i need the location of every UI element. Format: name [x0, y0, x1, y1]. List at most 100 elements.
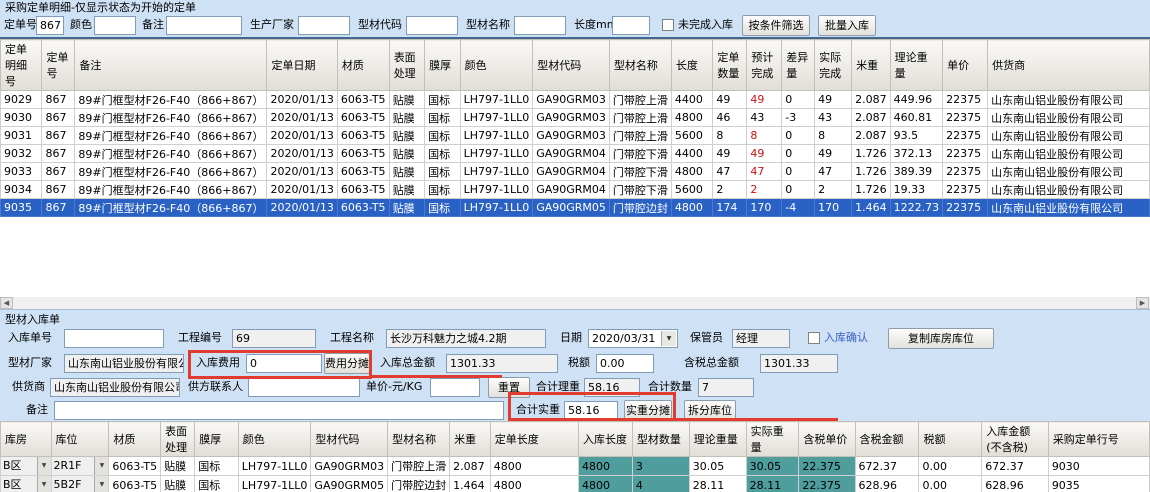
contact-input[interactable]: [248, 378, 360, 397]
table-row[interactable]: 903486789#门框型材F26-F40（866+867）2020/01/13…: [1, 181, 1150, 199]
profile-name-input[interactable]: [514, 16, 566, 35]
table-row[interactable]: ▼B区▼2R1F6063-T5贴膜国标LH797-1LL0GA90GRM03门带…: [1, 457, 1150, 476]
order-no-input[interactable]: 867: [36, 16, 64, 35]
inbound-confirm-checkbox[interactable]: [808, 332, 820, 344]
cell: GA90GRM04: [533, 163, 610, 181]
cell: 9030: [1048, 457, 1149, 476]
column-header-9[interactable]: 定单长度: [490, 422, 578, 457]
panel-note-input[interactable]: [54, 401, 504, 420]
column-header-8[interactable]: 型材代码: [533, 40, 610, 91]
note-input[interactable]: [166, 16, 242, 35]
cell: 6063-T5: [337, 91, 389, 109]
column-header-12[interactable]: 理论重量: [689, 422, 746, 457]
cell: 6063-T5: [337, 199, 389, 217]
table-row[interactable]: ▼B区▼5B2F6063-T5贴膜国标LH797-1LL0GA90GRM05门带…: [1, 476, 1150, 492]
table-row[interactable]: 903286789#门框型材F26-F40（866+867）2020/01/13…: [1, 145, 1150, 163]
receipt-no-input[interactable]: [64, 329, 164, 348]
factory-input[interactable]: [298, 16, 350, 35]
cell: 国标: [195, 476, 239, 492]
cell: 山东南山铝业股份有限公司: [988, 127, 1150, 145]
calendar-dropdown-icon[interactable]: ▼: [661, 331, 676, 346]
cell: 867: [42, 163, 75, 181]
column-header-11[interactable]: 定单数量: [713, 40, 747, 91]
cell: 门带腔边封: [388, 476, 450, 492]
column-header-0[interactable]: 定单明细号: [1, 40, 42, 91]
column-header-10[interactable]: 长度: [671, 40, 712, 91]
table-row[interactable]: 903086789#门框型材F26-F40（866+867）2020/01/13…: [1, 109, 1150, 127]
column-header-4[interactable]: 材质: [337, 40, 389, 91]
fee-highlight-strip: [371, 375, 502, 378]
column-header-16[interactable]: 税额: [919, 422, 982, 457]
column-header-7[interactable]: 型材名称: [388, 422, 450, 457]
table-row[interactable]: 902986789#门框型材F26-F40（866+867）2020/01/13…: [1, 91, 1150, 109]
cell: 49: [815, 91, 852, 109]
column-header-11[interactable]: 型材数量: [632, 422, 689, 457]
column-header-7[interactable]: 颜色: [460, 40, 533, 91]
column-header-9[interactable]: 型材名称: [609, 40, 671, 91]
cell: 贴膜: [389, 109, 424, 127]
column-header-8[interactable]: 米重: [450, 422, 491, 457]
column-header-5[interactable]: 表面处理: [389, 40, 424, 91]
cell: 22375: [943, 91, 988, 109]
cell: 89#门框型材F26-F40（866+867）: [75, 181, 267, 199]
scroll-left-icon[interactable]: ◀: [0, 297, 13, 309]
batch-inbound-button[interactable]: 批量入库: [818, 15, 876, 36]
dropdown-arrow-icon[interactable]: ▼: [94, 457, 108, 475]
cell: ▼2R1F: [51, 457, 109, 476]
column-header-6[interactable]: 膜厚: [425, 40, 460, 91]
column-header-0[interactable]: 库房: [1, 422, 52, 457]
cell: 山东南山铝业股份有限公司: [988, 145, 1150, 163]
column-header-12[interactable]: 预计完成: [747, 40, 782, 91]
column-header-10[interactable]: 入库长度: [578, 422, 632, 457]
cell: GA90GRM05: [311, 476, 388, 492]
column-header-17[interactable]: 单价: [943, 40, 988, 91]
unit-price-label: 单价-元/KG: [366, 377, 422, 397]
column-header-6[interactable]: 型材代码: [311, 422, 388, 457]
cell: 174: [713, 199, 747, 217]
column-header-3[interactable]: 定单日期: [267, 40, 337, 91]
column-header-18[interactable]: 采购定单行号: [1048, 422, 1149, 457]
column-header-5[interactable]: 颜色: [238, 422, 311, 457]
column-header-2[interactable]: 备注: [75, 40, 267, 91]
column-header-1[interactable]: 定单号: [42, 40, 75, 91]
column-header-14[interactable]: 含税单价: [799, 422, 855, 457]
cell: 22375: [943, 181, 988, 199]
column-header-15[interactable]: 米重: [852, 40, 891, 91]
column-header-1[interactable]: 库位: [51, 422, 109, 457]
length-input[interactable]: [612, 16, 650, 35]
filter-by-condition-button[interactable]: 按条件筛选: [742, 15, 810, 36]
copy-location-button[interactable]: 复制库房库位: [888, 328, 994, 349]
column-header-14[interactable]: 实际完成: [815, 40, 852, 91]
table-row[interactable]: 903386789#门框型材F26-F40（866+867）2020/01/13…: [1, 163, 1150, 181]
column-header-3[interactable]: 表面处理: [161, 422, 195, 457]
horizontal-scrollbar[interactable]: ◀ ▶: [0, 297, 1150, 309]
color-label: 颜色: [70, 15, 92, 35]
date-input[interactable]: 2020/03/31 ▼: [588, 329, 678, 348]
profile-code-input[interactable]: [406, 16, 458, 35]
column-header-18[interactable]: 供货商: [988, 40, 1150, 91]
dropdown-arrow-icon[interactable]: ▼: [37, 476, 51, 492]
color-input[interactable]: [94, 16, 136, 35]
column-header-13[interactable]: 差异量: [782, 40, 815, 91]
cell: 43: [815, 109, 852, 127]
column-header-13[interactable]: 实际重量: [746, 422, 799, 457]
column-header-4[interactable]: 膜厚: [195, 422, 239, 457]
cell: LH797-1LL0: [460, 199, 533, 217]
unit-price-input[interactable]: [430, 378, 480, 397]
column-header-2[interactable]: 材质: [109, 422, 161, 457]
column-header-16[interactable]: 理论重量: [890, 40, 943, 91]
column-header-17[interactable]: 入库金额(不含税): [982, 422, 1049, 457]
cell: ▼5B2F: [51, 476, 109, 492]
unfinished-checkbox[interactable]: [662, 19, 674, 31]
receipt-no-label: 入库单号: [8, 328, 52, 348]
scroll-right-icon[interactable]: ▶: [1136, 297, 1149, 309]
manufacturer-label: 型材厂家: [8, 353, 52, 373]
dropdown-arrow-icon[interactable]: ▼: [37, 457, 51, 475]
table-row[interactable]: 903586789#门框型材F26-F40（866+867）2020/01/13…: [1, 199, 1150, 217]
cell: 4400: [671, 91, 712, 109]
cell: 8: [713, 127, 747, 145]
table-row[interactable]: 903186789#门框型材F26-F40（866+867）2020/01/13…: [1, 127, 1150, 145]
cell: 22375: [943, 199, 988, 217]
column-header-15[interactable]: 含税金额: [855, 422, 919, 457]
dropdown-arrow-icon[interactable]: ▼: [94, 476, 108, 492]
